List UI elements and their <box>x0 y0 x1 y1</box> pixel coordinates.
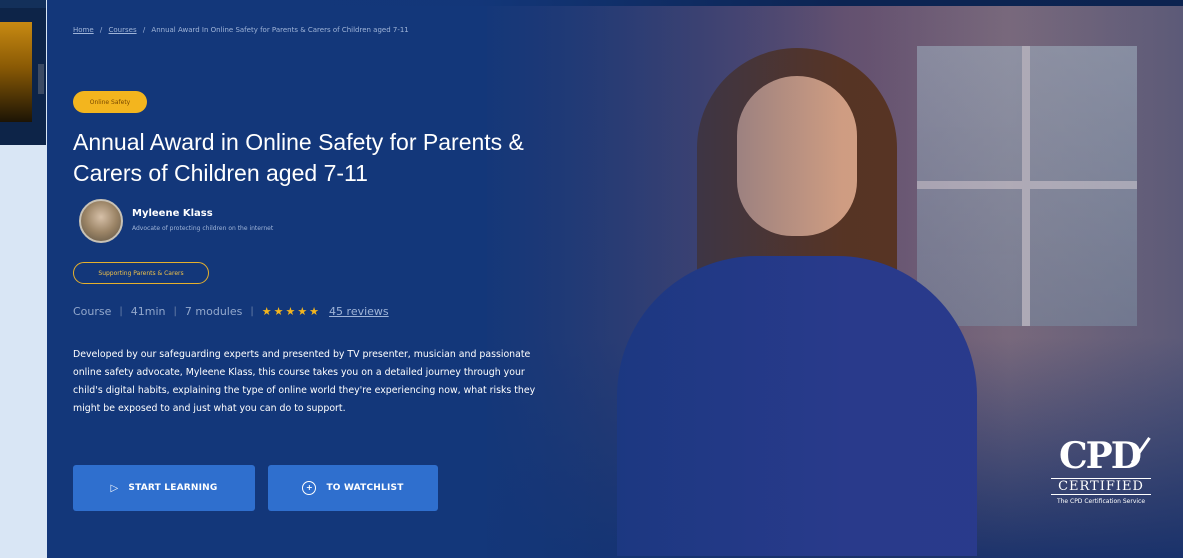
start-learning-label: START LEARNING <box>128 483 218 493</box>
meta-divider: | <box>119 306 123 317</box>
course-hero-banner: Home / Courses / Annual Award In Online … <box>47 0 1183 558</box>
presenter-name: Myleene Klass <box>132 208 213 219</box>
thumbnail-scroll-indicator <box>38 64 44 94</box>
plus-circle-icon: + <box>302 481 317 495</box>
breadcrumb-separator: / <box>99 26 103 34</box>
play-icon: ▷ <box>110 482 119 494</box>
previous-card-thumbnail[interactable] <box>0 0 46 145</box>
cpd-certified-logo: CPD CERTIFIED The CPD Certification Serv… <box>1051 426 1155 524</box>
breadcrumb-home-link[interactable]: Home <box>73 26 94 34</box>
course-duration: 41min <box>130 305 166 318</box>
category-tag[interactable]: Supporting Parents & Carers <box>73 262 209 284</box>
course-description: Developed by our safeguarding experts an… <box>73 349 536 414</box>
course-modules: 7 modules <box>184 305 243 318</box>
start-learning-button[interactable]: ▷ START LEARNING <box>73 465 255 511</box>
breadcrumb-courses-link[interactable]: Courses <box>109 26 137 34</box>
presenter-avatar <box>79 199 123 243</box>
reviews-link[interactable]: 45 reviews <box>329 305 389 318</box>
add-to-watchlist-button[interactable]: + TO WATCHLIST <box>268 465 438 511</box>
meta-divider: | <box>173 306 177 317</box>
course-title: Annual Award in Online Safety for Parent… <box>73 129 524 186</box>
breadcrumb-separator: / <box>142 26 146 34</box>
meta-divider: | <box>250 306 254 317</box>
cpd-certified-text: CERTIFIED <box>1051 478 1151 495</box>
presenter-role: Advocate of protecting children on the i… <box>132 225 274 232</box>
thumbnail-header <box>0 0 46 8</box>
breadcrumb-current: Annual Award In Online Safety for Parent… <box>151 26 409 34</box>
topic-badge: Online Safety <box>73 91 147 113</box>
watchlist-label: TO WATCHLIST <box>326 483 404 493</box>
cpd-service-text: The CPD Certification Service <box>1056 498 1146 505</box>
rating-stars-icon: ★★★★★ <box>261 305 322 318</box>
breadcrumb: Home / Courses / Annual Award In Online … <box>73 26 409 34</box>
thumbnail-image <box>0 22 32 122</box>
course-meta: Course | 41min | 7 modules | ★★★★★ 45 re… <box>73 305 389 318</box>
course-type: Course <box>73 305 112 318</box>
